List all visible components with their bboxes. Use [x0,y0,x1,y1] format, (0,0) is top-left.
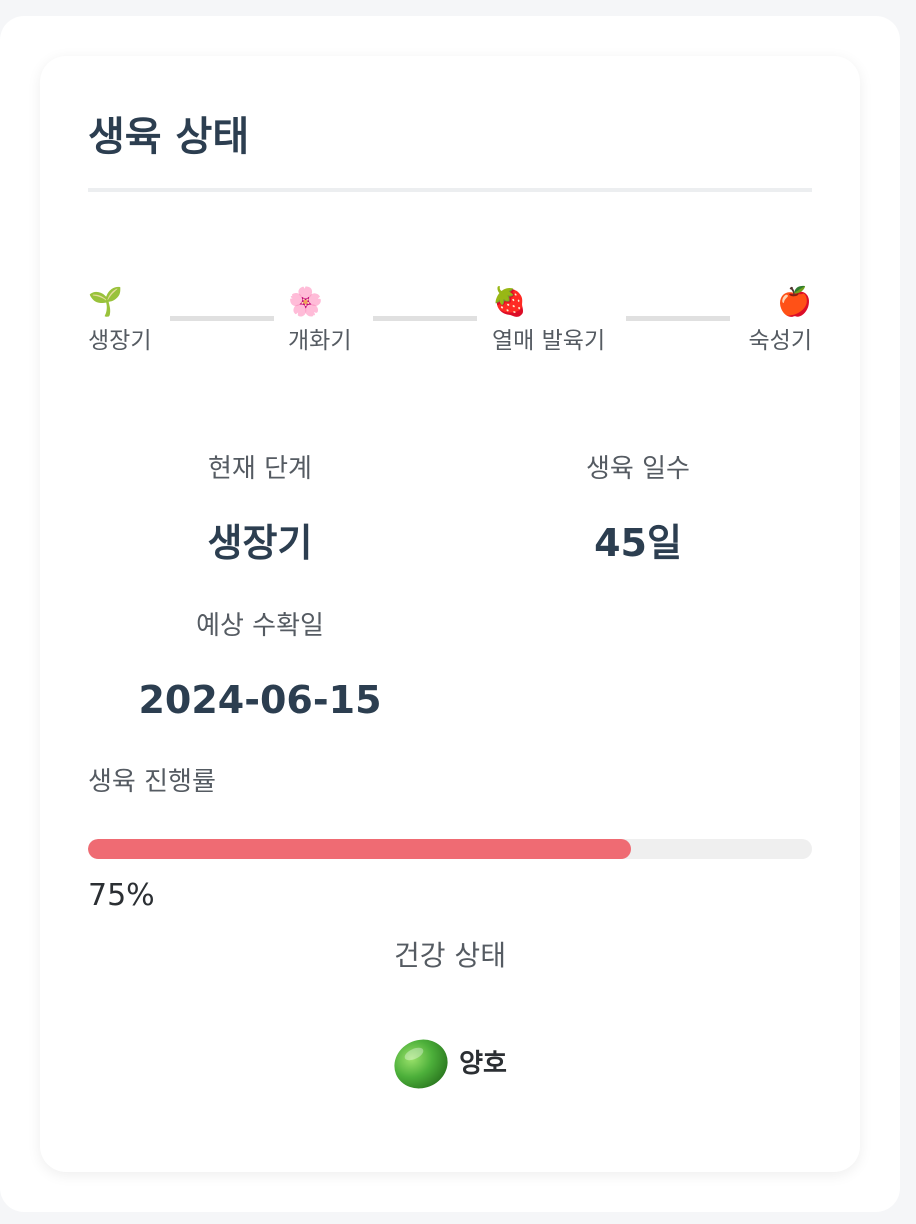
growth-progress-fill [88,839,631,859]
stage-ripening: 🍎 숙성기 [749,284,812,358]
growth-days-stat: 생육 일수 45일 [458,451,818,567]
cherry-blossom-icon: 🌸 [288,285,323,318]
current-stage-stat: 현재 단계 생장기 [80,451,440,567]
expected-harvest-stat: 예상 수확일 2024-06-15 [80,608,440,724]
stage-label: 숙성기 [748,328,812,354]
stage-fruit-development: 🍓 열매 발육기 [492,284,605,358]
growth-days-value: 45일 [594,521,682,565]
strawberry-icon: 🍓 [492,285,527,318]
growth-status-card: 생육 상태 🌱 생장기 🌸 개화기 🍓 열매 발육기 🍎 숙성기 현재 단계 생… [40,56,860,1172]
health-status-value: 양호 [459,1049,507,1079]
progress-percentage: 75% [88,878,155,913]
stage-label: 생장기 [88,328,152,354]
stage-connector [373,316,477,321]
stage-growth: 🌱 생장기 [88,284,151,358]
health-status-label: 건강 상태 [394,939,506,972]
health-status: 양호 [88,1036,812,1092]
stage-label: 열매 발육기 [492,328,606,354]
title-divider [88,188,812,192]
apple-icon: 🍎 [777,285,812,318]
green-circle-icon [393,1036,449,1092]
current-stage-value: 생장기 [207,521,313,565]
current-stage-label: 현재 단계 [208,454,312,484]
seedling-icon: 🌱 [88,285,123,318]
card-title: 생육 상태 [88,114,250,160]
stage-connector [626,316,730,321]
progress-label: 생육 진행률 [88,767,216,797]
expected-harvest-label: 예상 수확일 [196,611,324,641]
growth-days-label: 생육 일수 [586,454,690,484]
page-background-panel: 생육 상태 🌱 생장기 🌸 개화기 🍓 열매 발육기 🍎 숙성기 현재 단계 생… [0,16,900,1212]
growth-progress-bar [88,839,812,859]
stage-flowering: 🌸 개화기 [288,284,351,358]
expected-harvest-value: 2024-06-15 [138,678,382,722]
stage-connector [170,316,274,321]
stage-label: 개화기 [288,328,352,354]
growth-stage-timeline: 🌱 생장기 🌸 개화기 🍓 열매 발육기 🍎 숙성기 [88,284,812,364]
